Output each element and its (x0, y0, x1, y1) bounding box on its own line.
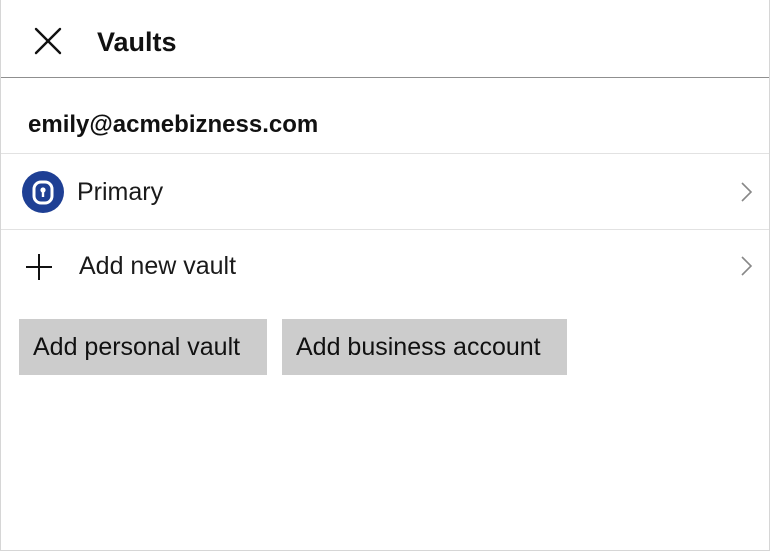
close-button[interactable] (34, 27, 62, 55)
account-email: emily@acmebizness.com (28, 111, 319, 138)
vault-lock-icon (22, 171, 64, 213)
chevron-right-icon (741, 256, 753, 276)
vault-label: Primary (77, 178, 164, 206)
add-business-account-button[interactable]: Add business account (282, 319, 567, 375)
add-personal-vault-button[interactable]: Add personal vault (19, 319, 267, 375)
header: Vaults (1, 0, 769, 78)
add-new-vault-label: Add new vault (79, 252, 237, 280)
close-icon (34, 27, 62, 55)
page-title: Vaults (97, 27, 177, 57)
chevron-right-icon (741, 182, 753, 202)
vaults-panel: Vaults emily@acmebizness.com Primary Add… (0, 0, 770, 551)
vault-row-primary[interactable]: Primary (1, 155, 769, 229)
add-new-vault-row[interactable]: Add new vault (1, 229, 769, 303)
plus-icon (26, 254, 52, 280)
divider (1, 153, 769, 154)
